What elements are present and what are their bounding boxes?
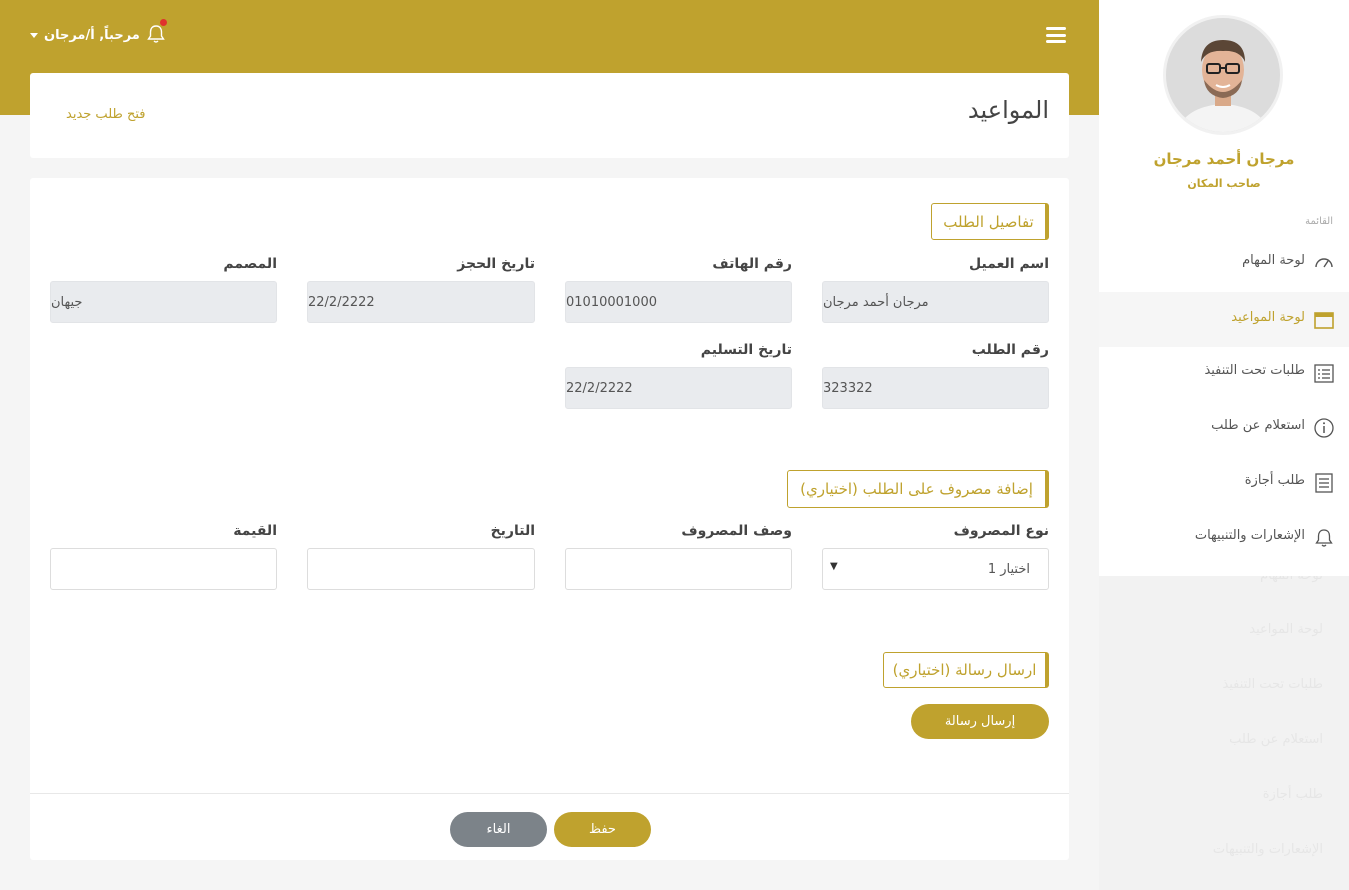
ghost-item: الإشعارات والتنبيهات — [1212, 842, 1323, 857]
customer-name-field: مرجان أحمد مرجان — [822, 281, 1049, 323]
notifications-bell-icon[interactable] — [145, 19, 167, 45]
bell-icon — [147, 25, 165, 43]
save-button[interactable]: حفظ — [554, 812, 651, 847]
footer-divider — [30, 793, 1069, 794]
expense-date-input[interactable] — [307, 548, 535, 590]
ghost-item: طلبات تحت التنفيذ — [1222, 677, 1323, 692]
booking-date-field: 22/2/2222 — [307, 281, 535, 323]
page-title: المواعيد — [967, 96, 1049, 124]
sidebar-item-label: طلب أجازة — [1244, 473, 1305, 488]
appointment-form-card: تفاصيل الطلب اسم العميل رقم الهاتف تاريخ… — [30, 178, 1069, 860]
profile-role: صاحب المكان — [1187, 177, 1261, 190]
expense-description-input[interactable] — [565, 548, 792, 590]
sidebar-ghost-overflow: لوحة المهام لوحة المواعيد طلبات تحت التن… — [1099, 576, 1349, 890]
designer-field: جيهان — [50, 281, 277, 323]
sidebar: مرجان أحمد مرجان صاحب المكان القائمة لوح… — [1099, 0, 1349, 576]
expense-type-select[interactable]: اختيار 1 ▼ — [822, 548, 1049, 590]
sidebar-item-notifications[interactable]: الإشعارات والتنبيهات — [1099, 510, 1349, 565]
chevron-down-icon — [30, 32, 38, 38]
sidebar-item-tasks-board[interactable]: لوحة المهام — [1099, 235, 1349, 290]
booking-date-label: تاريخ الحجز — [457, 256, 535, 272]
phone-field: 01010001000 — [565, 281, 792, 323]
delivery-date-label: تاريخ التسليم — [700, 342, 792, 358]
page-header-card: المواعيد فتح طلب جديد — [30, 73, 1069, 158]
message-section-title: ارسال رسالة (اختياري) — [883, 652, 1049, 688]
ghost-item: طلب أجازة — [1262, 787, 1323, 802]
sidebar-item-label: لوحة المهام — [1242, 253, 1305, 268]
delivery-date-field: 22/2/2222 — [565, 367, 792, 409]
expense-date-label: التاريخ — [490, 523, 535, 539]
expense-section-title: إضافة مصروف على الطلب (اختياري) — [787, 470, 1049, 508]
calendar-icon — [1314, 312, 1334, 329]
user-menu-dropdown[interactable]: مرحباً, أ/مرجان — [30, 26, 140, 44]
avatar — [1163, 15, 1283, 135]
new-request-link[interactable]: فتح طلب جديد — [66, 107, 146, 122]
sidebar-item-order-inquiry[interactable]: استعلام عن طلب — [1099, 400, 1349, 455]
designer-label: المصمم — [223, 256, 277, 272]
sidebar-item-label: طلبات تحت التنفيذ — [1204, 363, 1305, 378]
phone-label: رقم الهاتف — [712, 256, 792, 272]
ghost-item: لوحة المواعيد — [1249, 622, 1323, 637]
expense-type-selected: اختيار 1 — [987, 562, 1030, 577]
expense-value-label: القيمة — [233, 523, 277, 539]
sidebar-item-label: لوحة المواعيد — [1231, 310, 1305, 325]
expense-type-label: نوع المصروف — [953, 523, 1049, 539]
order-number-field: 323322 — [822, 367, 1049, 409]
dropdown-arrow-icon: ▼ — [830, 561, 838, 572]
ghost-item: لوحة المهام — [1260, 576, 1323, 583]
sidebar-item-label: الإشعارات والتنبيهات — [1194, 528, 1305, 543]
order-details-section-title: تفاصيل الطلب — [931, 203, 1049, 240]
ghost-item: استعلام عن طلب — [1229, 732, 1323, 747]
profile-name: مرجان أحمد مرجان — [1153, 150, 1295, 168]
sidebar-item-label: استعلام عن طلب — [1211, 418, 1305, 433]
customer-name-label: اسم العميل — [969, 256, 1049, 272]
menu-toggle-icon[interactable] — [1046, 27, 1066, 43]
expense-description-label: وصف المصروف — [681, 523, 792, 539]
user-greeting: مرحباً, أ/مرجان — [44, 27, 140, 43]
sidebar-item-in-progress[interactable]: طلبات تحت التنفيذ — [1099, 345, 1349, 400]
expense-value-input[interactable] — [50, 548, 277, 590]
list-icon — [1314, 364, 1334, 383]
send-message-button[interactable]: إرسال رسالة — [911, 704, 1049, 739]
sidebar-item-appointments[interactable]: لوحة المواعيد — [1099, 292, 1349, 347]
sidebar-item-leave-request[interactable]: طلب أجازة — [1099, 455, 1349, 510]
notification-dot — [160, 19, 167, 26]
order-number-label: رقم الطلب — [971, 342, 1049, 358]
info-icon — [1314, 418, 1334, 438]
bell-icon — [1315, 529, 1333, 547]
user-photo — [1166, 18, 1280, 132]
gauge-icon — [1315, 258, 1333, 268]
menu-heading: القائمة — [1305, 216, 1333, 227]
document-icon — [1315, 473, 1333, 493]
cancel-button[interactable]: الغاء — [450, 812, 547, 847]
